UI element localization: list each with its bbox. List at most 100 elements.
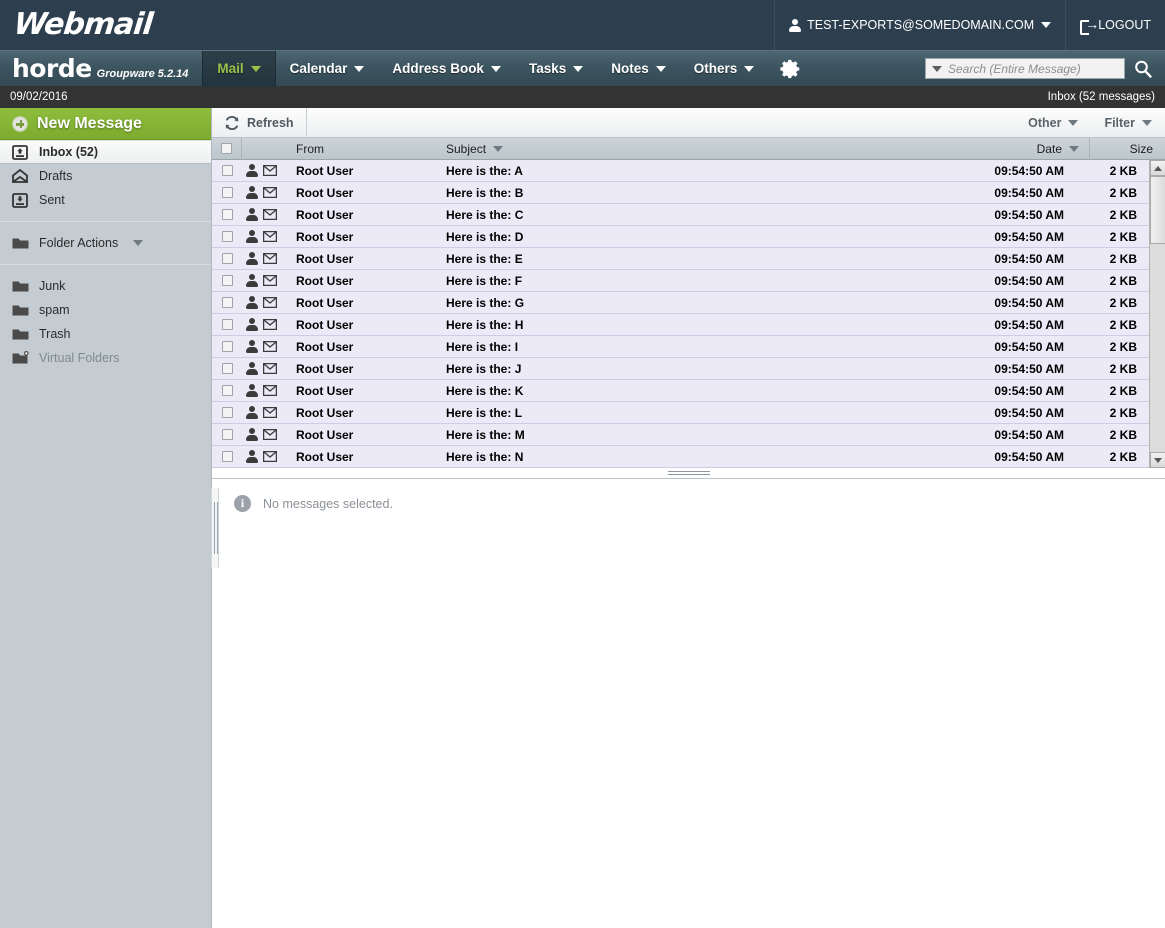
nav-item-address-book[interactable]: Address Book bbox=[378, 51, 515, 87]
checkbox-icon[interactable] bbox=[222, 429, 233, 440]
sidebar-item-junk[interactable]: Junk bbox=[0, 274, 211, 298]
row-checkbox-cell[interactable] bbox=[212, 204, 242, 226]
row-checkbox-cell[interactable] bbox=[212, 182, 242, 204]
sidebar-resize-handle[interactable] bbox=[211, 488, 219, 568]
settings-button[interactable] bbox=[768, 58, 814, 80]
filter-dropdown-button[interactable]: Filter bbox=[1091, 108, 1165, 138]
sidebar-item-drafts[interactable]: Drafts bbox=[0, 164, 211, 188]
checkbox-icon[interactable] bbox=[222, 231, 233, 242]
nav-item-others[interactable]: Others bbox=[680, 51, 769, 87]
checkbox-icon[interactable] bbox=[222, 297, 233, 308]
table-row[interactable]: Root UserHere is the: G09:54:50 AM2 KB bbox=[212, 292, 1149, 314]
checkbox-icon[interactable] bbox=[222, 341, 233, 352]
column-header-subject[interactable]: Subject bbox=[438, 138, 940, 160]
checkbox-icon[interactable] bbox=[222, 275, 233, 286]
sidebar-item-virtual-folders[interactable]: Virtual Folders bbox=[0, 346, 211, 370]
message-list-toolbar: Refresh Other Filter bbox=[212, 108, 1165, 138]
row-checkbox-cell[interactable] bbox=[212, 380, 242, 402]
chevron-down-icon[interactable] bbox=[932, 66, 942, 72]
row-checkbox-cell[interactable] bbox=[212, 248, 242, 270]
table-row[interactable]: Root UserHere is the: C09:54:50 AM2 KB bbox=[212, 204, 1149, 226]
scrollbar-track[interactable] bbox=[1150, 244, 1165, 452]
list-preview-splitter[interactable] bbox=[212, 468, 1165, 479]
new-message-button[interactable]: New Message bbox=[0, 108, 211, 140]
nav-item-mail[interactable]: Mail bbox=[202, 51, 275, 87]
checkbox-icon[interactable] bbox=[222, 187, 233, 198]
row-status-icons bbox=[242, 380, 288, 402]
no-message-selected: i No messages selected. bbox=[234, 495, 1165, 512]
account-menu-button[interactable]: TEST-EXPORTS@SOMEDOMAIN.COM bbox=[774, 0, 1066, 50]
table-row[interactable]: Root UserHere is the: M09:54:50 AM2 KB bbox=[212, 424, 1149, 446]
sidebar-item-inbox[interactable]: Inbox (52) bbox=[0, 140, 211, 164]
table-row[interactable]: Root UserHere is the: L09:54:50 AM2 KB bbox=[212, 402, 1149, 424]
row-checkbox-cell[interactable] bbox=[212, 358, 242, 380]
checkbox-icon[interactable] bbox=[222, 407, 233, 418]
logout-button[interactable]: LOGOUT bbox=[1066, 0, 1165, 50]
table-row[interactable]: Root UserHere is the: A09:54:50 AM2 KB bbox=[212, 160, 1149, 182]
table-row[interactable]: Root UserHere is the: K09:54:50 AM2 KB bbox=[212, 380, 1149, 402]
checkbox-icon[interactable] bbox=[222, 319, 233, 330]
search-input[interactable] bbox=[948, 62, 1118, 76]
sidebar-item-spam[interactable]: spam bbox=[0, 298, 211, 322]
scroll-down-button[interactable] bbox=[1150, 452, 1165, 468]
row-subject: Here is the: L bbox=[438, 402, 924, 424]
folder-icon bbox=[11, 326, 29, 342]
select-all-header[interactable] bbox=[212, 138, 242, 160]
nav-item-calendar[interactable]: Calendar bbox=[276, 51, 379, 87]
sidebar-item-spam-label: spam bbox=[39, 303, 70, 317]
person-icon bbox=[246, 208, 257, 221]
row-checkbox-cell[interactable] bbox=[212, 160, 242, 182]
checkbox-icon[interactable] bbox=[222, 209, 233, 220]
checkbox-icon[interactable] bbox=[222, 363, 233, 374]
row-checkbox-cell[interactable] bbox=[212, 292, 242, 314]
refresh-icon bbox=[224, 115, 240, 131]
column-header-from[interactable]: From bbox=[288, 138, 438, 160]
row-date: 09:54:50 AM bbox=[924, 314, 1074, 336]
chevron-down-icon bbox=[493, 146, 503, 152]
sidebar-item-trash[interactable]: Trash bbox=[0, 322, 211, 346]
row-checkbox-cell[interactable] bbox=[212, 446, 242, 468]
checkbox-icon[interactable] bbox=[222, 253, 233, 264]
table-row[interactable]: Root UserHere is the: J09:54:50 AM2 KB bbox=[212, 358, 1149, 380]
table-row[interactable]: Root UserHere is the: D09:54:50 AM2 KB bbox=[212, 226, 1149, 248]
checkbox-icon[interactable] bbox=[222, 385, 233, 396]
row-from: Root User bbox=[288, 314, 438, 336]
checkbox-icon[interactable] bbox=[222, 451, 233, 462]
search-submit-button[interactable] bbox=[1133, 59, 1153, 79]
column-header-size[interactable]: Size bbox=[1090, 138, 1165, 160]
sidebar-item-sent[interactable]: Sent bbox=[0, 188, 211, 212]
nav-item-notes[interactable]: Notes bbox=[597, 51, 680, 87]
table-row[interactable]: Root UserHere is the: F09:54:50 AM2 KB bbox=[212, 270, 1149, 292]
scrollbar-thumb[interactable] bbox=[1150, 176, 1165, 244]
row-size: 2 KB bbox=[1074, 402, 1149, 424]
message-list-scrollbar[interactable] bbox=[1149, 160, 1165, 468]
chevron-down-icon bbox=[354, 66, 364, 72]
row-checkbox-cell[interactable] bbox=[212, 314, 242, 336]
other-dropdown-button[interactable]: Other bbox=[1015, 108, 1091, 138]
table-row[interactable]: Root UserHere is the: B09:54:50 AM2 KB bbox=[212, 182, 1149, 204]
nav-item-tasks[interactable]: Tasks bbox=[515, 51, 597, 87]
checkbox-icon[interactable] bbox=[221, 143, 232, 154]
row-checkbox-cell[interactable] bbox=[212, 226, 242, 248]
row-subject: Here is the: J bbox=[438, 358, 924, 380]
table-row[interactable]: Root UserHere is the: H09:54:50 AM2 KB bbox=[212, 314, 1149, 336]
column-header-date[interactable]: Date bbox=[940, 138, 1090, 160]
table-row[interactable]: Root UserHere is the: I09:54:50 AM2 KB bbox=[212, 336, 1149, 358]
scroll-up-button[interactable] bbox=[1150, 160, 1165, 176]
checkbox-icon[interactable] bbox=[222, 165, 233, 176]
table-row[interactable]: Root UserHere is the: N09:54:50 AM2 KB bbox=[212, 446, 1149, 468]
row-date: 09:54:50 AM bbox=[924, 160, 1074, 182]
row-date: 09:54:50 AM bbox=[924, 292, 1074, 314]
refresh-button[interactable]: Refresh bbox=[212, 108, 307, 138]
folder-add-icon bbox=[11, 350, 29, 366]
row-checkbox-cell[interactable] bbox=[212, 336, 242, 358]
table-row[interactable]: Root UserHere is the: E09:54:50 AM2 KB bbox=[212, 248, 1149, 270]
row-checkbox-cell[interactable] bbox=[212, 270, 242, 292]
app-body: New Message Inbox (52) bbox=[0, 108, 1165, 928]
row-checkbox-cell[interactable] bbox=[212, 424, 242, 446]
row-from: Root User bbox=[288, 182, 438, 204]
info-icon: i bbox=[234, 495, 251, 512]
search-box[interactable] bbox=[925, 58, 1125, 79]
row-checkbox-cell[interactable] bbox=[212, 402, 242, 424]
sidebar-item-folder-actions[interactable]: Folder Actions bbox=[0, 231, 211, 255]
